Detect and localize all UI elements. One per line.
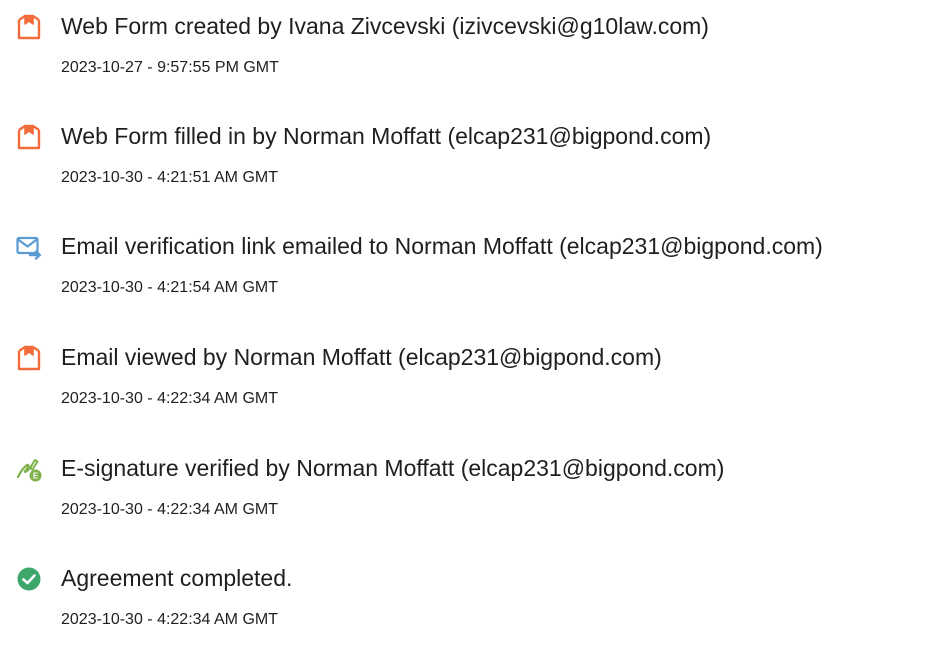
event-timestamp: 2023-10-30 - 4:22:34 AM GMT — [61, 611, 278, 628]
event-title: Agreement completed. — [61, 565, 293, 591]
event-timestamp: 2023-10-30 - 4:22:34 AM GMT — [61, 390, 278, 407]
event-title: Web Form filled in by Norman Moffatt (el… — [61, 123, 712, 149]
svg-text:E: E — [33, 471, 39, 480]
audit-event-email-viewed: Email viewed by Norman Moffatt (elcap231… — [0, 331, 943, 421]
event-timestamp: 2023-10-30 - 4:21:51 AM GMT — [61, 169, 278, 186]
event-timestamp: 2023-10-30 - 4:21:54 AM GMT — [61, 279, 278, 296]
web-form-icon — [16, 345, 42, 371]
web-form-icon — [16, 14, 42, 40]
event-title: Web Form created by Ivana Zivcevski (izi… — [61, 13, 709, 39]
signature-verified-icon: E — [16, 456, 42, 482]
web-form-icon — [16, 124, 42, 150]
event-title: E-signature verified by Norman Moffatt (… — [61, 455, 725, 481]
audit-event-e-signature-verified: E E-signature verified by Norman Moffatt… — [0, 442, 943, 532]
event-timestamp: 2023-10-30 - 4:22:34 AM GMT — [61, 501, 278, 518]
event-title: Email viewed by Norman Moffatt (elcap231… — [61, 344, 662, 370]
audit-event-agreement-completed: Agreement completed. 2023-10-30 - 4:22:3… — [0, 552, 943, 642]
audit-event-web-form-created: Web Form created by Ivana Zivcevski (izi… — [0, 0, 943, 90]
audit-event-email-verification-sent: Email verification link emailed to Norma… — [0, 220, 943, 310]
audit-event-web-form-filled: Web Form filled in by Norman Moffatt (el… — [0, 110, 943, 200]
email-sent-icon — [16, 234, 42, 260]
event-title: Email verification link emailed to Norma… — [61, 233, 823, 259]
check-circle-icon — [16, 566, 42, 592]
event-timestamp: 2023-10-27 - 9:57:55 PM GMT — [61, 59, 279, 76]
audit-event-list: Web Form created by Ivana Zivcevski (izi… — [0, 0, 943, 650]
